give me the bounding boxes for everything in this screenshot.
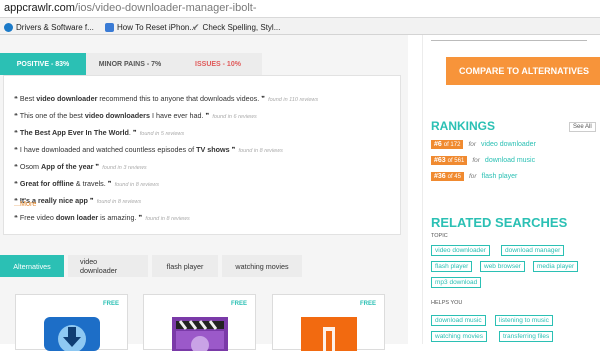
bookmark-label: Check Spelling, Styl... <box>202 22 281 32</box>
divider <box>431 40 587 41</box>
page: POSITIVE - 83% MINOR PAINS - 7% ISSUES -… <box>0 35 600 354</box>
hp-logo-icon <box>4 22 13 32</box>
clapperboard-app-icon <box>172 317 228 354</box>
rank-category[interactable]: video downloader <box>481 141 536 148</box>
tab-video-downloader[interactable]: video downloader <box>68 255 148 277</box>
right-panel: COMPARE TO ALTERNATIVES RANKINGS See All… <box>422 35 600 344</box>
url-text[interactable]: appcrawlr.com/ios/video-downloader-manag… <box>4 2 257 14</box>
quote-item: ❝ Free video down loader is amazing. ❞ fo… <box>14 213 190 222</box>
free-badge: FREE <box>230 301 247 307</box>
tab-positive[interactable]: POSITIVE - 83% <box>0 53 86 75</box>
tab-watching-movies[interactable]: watching movies <box>222 255 302 277</box>
bookmarks-bar: Drivers & Software f... How To Reset iPh… <box>0 18 600 35</box>
bookmark-label: How To Reset iPhon... <box>117 22 197 32</box>
bookmark-drivers[interactable]: Drivers & Software f... <box>4 21 94 33</box>
bookmark-label: Drivers & Software f... <box>16 22 94 32</box>
rank-badge: #36 of 45 <box>431 172 464 181</box>
helps-chip[interactable]: download music <box>431 315 486 326</box>
tab-flash-player[interactable]: flash player <box>152 255 218 277</box>
quotes-box: ❝ Best video downloader recommend this t… <box>3 75 401 235</box>
quote-item: ❝ This one of the best video downloaders… <box>14 111 257 120</box>
more-link[interactable]: ...More <box>14 199 36 208</box>
rank-for: for <box>468 141 477 148</box>
rank-for: for <box>472 157 480 164</box>
ranking-row[interactable]: #36 of 45 for flash player <box>431 171 517 182</box>
address-bar[interactable]: appcrawlr.com/ios/video-downloader-manag… <box>0 0 600 18</box>
free-badge: FREE <box>102 301 119 307</box>
app-card[interactable]: FREE <box>272 294 385 351</box>
helps-chip[interactable]: transferring files <box>499 331 554 342</box>
check-icon: ✔ <box>192 21 200 32</box>
tab-minor-pains[interactable]: MINOR PAINS - 7% <box>86 53 174 75</box>
rank-category[interactable]: flash player <box>482 173 518 180</box>
free-badge: FREE <box>359 301 376 307</box>
topic-chip[interactable]: mp3 download <box>431 277 482 288</box>
topic-chip[interactable]: media player <box>533 261 579 272</box>
topic-label: TOPIC <box>431 233 448 239</box>
see-all-button[interactable]: See All <box>569 122 596 132</box>
bookmark-check-spelling[interactable]: ✔ Check Spelling, Styl... <box>192 21 280 33</box>
page-icon <box>105 22 114 32</box>
orange-app-icon <box>301 317 357 351</box>
app-card[interactable]: FREE <box>143 294 256 354</box>
app-card[interactable]: FREE <box>15 294 128 353</box>
quote-item: ❝ The Best App Ever In The World. ❞ found… <box>14 128 185 137</box>
alternatives-tabs: Alternatives video downloader flash play… <box>0 255 302 277</box>
quote-item: ❝ Osom App of the year ❞ found in 3 revie… <box>14 162 147 171</box>
helps-chip[interactable]: watching movies <box>431 331 488 342</box>
ranking-row[interactable]: #63 of 561 for download music <box>431 155 535 166</box>
download-app-icon <box>44 317 100 353</box>
review-tabs: POSITIVE - 83% MINOR PAINS - 7% ISSUES -… <box>0 53 262 75</box>
helps-chip[interactable]: listening to music <box>495 315 553 326</box>
helps-you-label: HELPS YOU <box>431 300 463 306</box>
tab-issues[interactable]: ISSUES - 10% <box>174 53 262 75</box>
ranking-row[interactable]: #6 of 172 for video downloader <box>431 139 536 150</box>
compare-button[interactable]: COMPARE TO ALTERNATIVES <box>446 57 600 85</box>
topic-chip[interactable]: video downloader <box>431 245 490 256</box>
topic-chip[interactable]: flash player <box>431 261 473 272</box>
tab-alternatives[interactable]: Alternatives <box>0 255 64 277</box>
quote-item: ❝ Best video downloader recommend this t… <box>14 94 319 103</box>
rankings-heading: RANKINGS <box>431 119 496 133</box>
app-cards: FREE FREE FREE <box>0 288 408 354</box>
rank-category[interactable]: download music <box>485 157 535 164</box>
topic-chip[interactable]: download manager <box>501 245 565 256</box>
rank-for: for <box>469 173 477 180</box>
related-searches-heading: RELATED SEARCHES <box>431 215 568 230</box>
rank-badge: #63 of 561 <box>431 156 468 165</box>
topic-chip[interactable]: web browser <box>480 261 525 272</box>
bookmark-reset-iphone[interactable]: How To Reset iPhon... <box>105 21 196 33</box>
rank-badge: #6 of 172 <box>431 140 464 149</box>
quote-item: ❝ I have downloaded and watched countles… <box>14 145 283 154</box>
quote-item: ❝ Great for offline & travels. ❞ found in… <box>14 179 159 188</box>
left-panel: POSITIVE - 83% MINOR PAINS - 7% ISSUES -… <box>0 35 408 354</box>
